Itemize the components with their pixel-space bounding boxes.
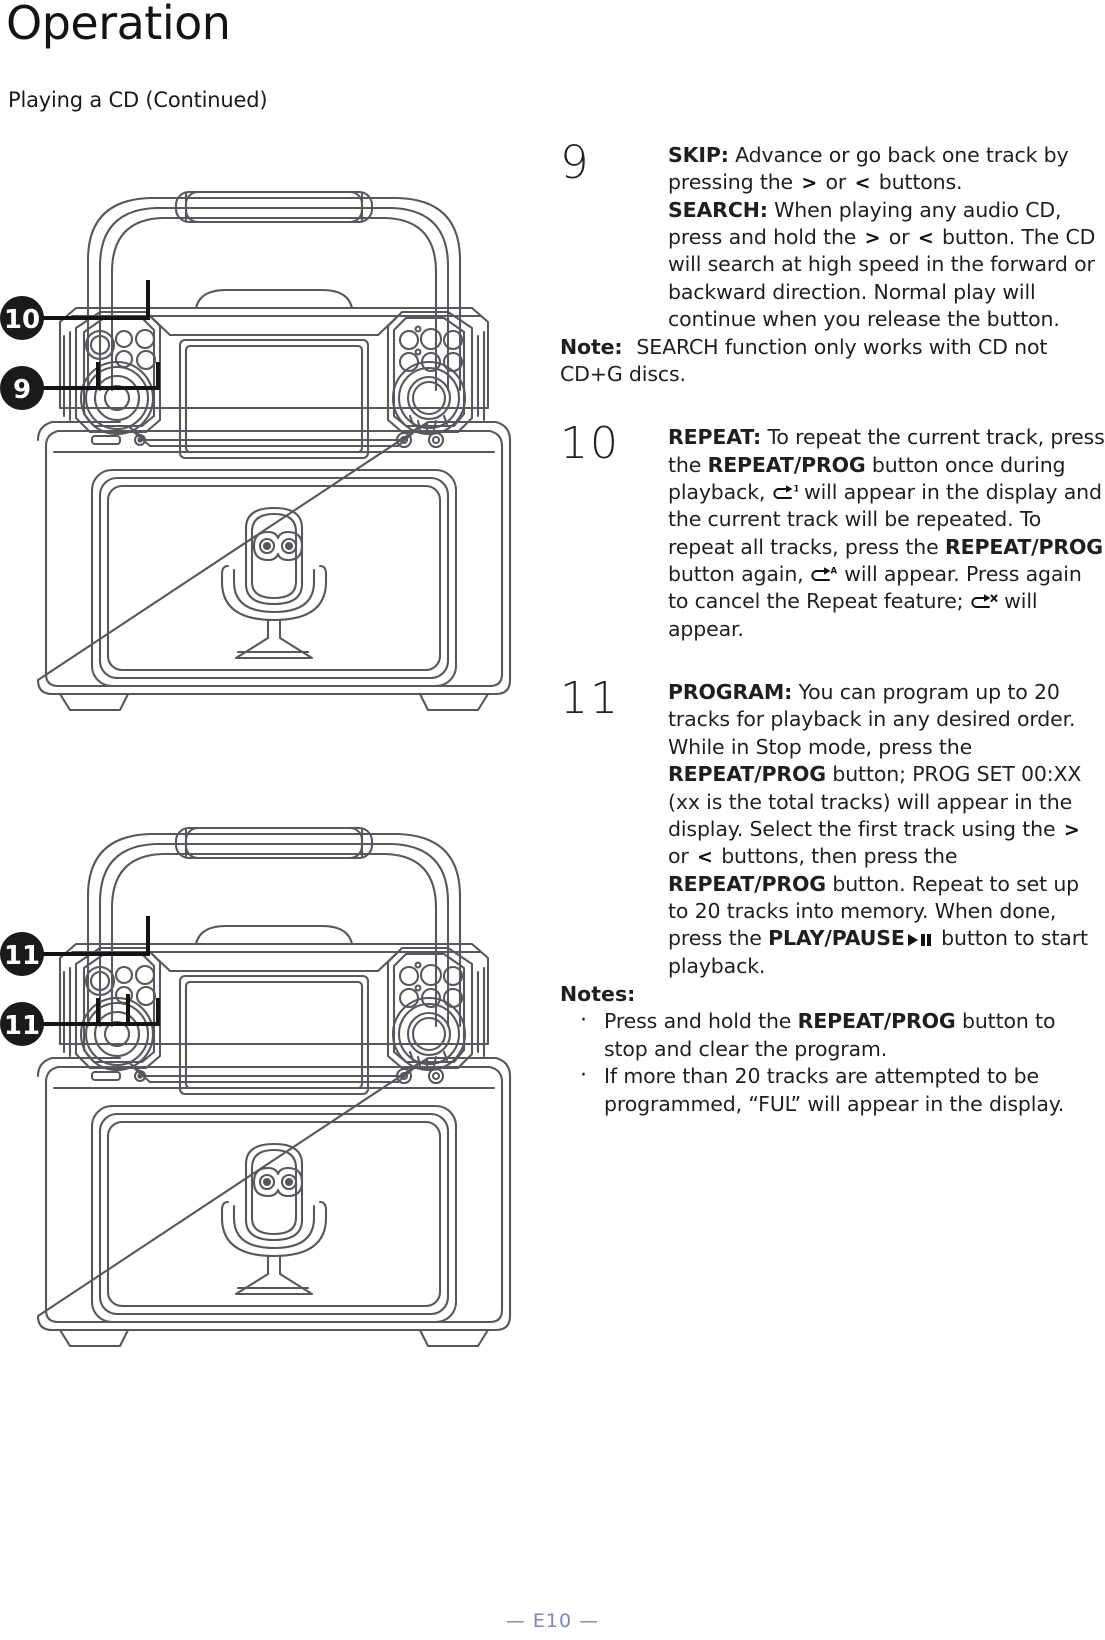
callout-leader-lines	[38, 280, 160, 390]
callout-leader-lines	[38, 916, 160, 1026]
repeat-prog-bold-3: REPEAT/PROG	[668, 762, 826, 787]
backward-search-glyph-icon: <	[917, 227, 934, 250]
illustration-2: 11 11	[0, 776, 548, 1356]
callout-badge-11-top: 11	[0, 932, 44, 976]
callout-badge-10: 10	[0, 296, 44, 340]
repeat-all-icon: A	[810, 567, 838, 584]
program-label: PROGRAM:	[668, 680, 793, 705]
note-9-label: Note:	[560, 334, 623, 359]
note-9-text: SEARCH function only works with CD not C…	[560, 334, 1048, 386]
callout-badge-11-bottom-label: 11	[4, 1011, 40, 1041]
step-10-text-4: button again,	[668, 562, 810, 587]
skip-label: SKIP:	[668, 143, 729, 167]
step-9-body: SKIP: Advance or go back one track by pr…	[668, 142, 1105, 334]
skip-text-b: or	[819, 170, 853, 195]
step-11-text-4: buttons, then press the	[714, 844, 958, 869]
repeat-off-icon	[970, 594, 998, 611]
step-9: 9 SKIP: Advance or go back one track by …	[560, 136, 1105, 334]
page-title: Operation	[6, 0, 231, 50]
note-bullet-1-bold: REPEAT/PROG	[797, 1009, 956, 1034]
step-10-body: REPEAT: To repeat the current track, pre…	[668, 424, 1105, 643]
backward-skip-glyph-icon: <	[854, 172, 871, 195]
notes-heading: Notes:	[560, 982, 636, 1007]
skip-text-c: buttons.	[872, 170, 963, 195]
forward-search-glyph-icon: >	[864, 227, 881, 250]
step-11-number: 11	[560, 673, 620, 725]
step-11-body: PROGRAM: You can program up to 20 tracks…	[668, 679, 1105, 980]
forward-program-glyph-icon: >	[1063, 818, 1080, 841]
callout-badge-9: 9	[0, 366, 44, 410]
callout-badge-11-top-label: 11	[4, 941, 40, 971]
callout-badge-9-label: 9	[13, 375, 31, 405]
note-bullet-1-pre: Press and hold the	[604, 1009, 798, 1034]
play-pause-icon	[905, 932, 935, 948]
step-9-number: 9	[560, 136, 590, 189]
callout-badge-11-bottom: 11	[0, 1002, 44, 1046]
repeat-one-icon: 1	[772, 485, 798, 502]
page-footer: — E10 —	[505, 1610, 600, 1632]
illustration-1: 10 9	[0, 140, 548, 720]
repeat-prog-bold-2: REPEAT/PROG	[944, 534, 1103, 559]
note-bullet-2-pre: If more than 20 tracks are attempted to …	[604, 1064, 1065, 1116]
notes-list: Press and hold the REPEAT/PROG button to…	[560, 1006, 1105, 1118]
backward-program-glyph-icon: <	[697, 846, 713, 869]
karaoke-machine-diagram-2: 11 11	[0, 826, 512, 1348]
play-pause-label: PLAY/PAUSE	[768, 926, 905, 951]
forward-skip-glyph-icon: >	[801, 172, 818, 195]
note-bullet-2: If more than 20 tracks are attempted to …	[560, 1061, 1105, 1118]
search-label: SEARCH:	[668, 197, 768, 222]
step-11: 11 PROGRAM: You can program up to 20 tra…	[560, 673, 1105, 980]
step-10-number: 10	[560, 418, 620, 470]
repeat-prog-bold-4: REPEAT/PROG	[668, 871, 826, 896]
instructions-column: 9 SKIP: Advance or go back one track by …	[560, 136, 1105, 1118]
repeat-label: REPEAT:	[668, 425, 762, 450]
note-bullet-1: Press and hold the REPEAT/PROG button to…	[560, 1006, 1105, 1063]
step-11-text-3: or	[668, 844, 696, 869]
note-9: Note: SEARCH function only works with CD …	[560, 334, 1105, 389]
page-subtitle: Playing a CD (Continued)	[8, 88, 268, 112]
svg-text:A: A	[830, 567, 837, 577]
illustration-column: 10 9 11 11	[0, 140, 548, 1356]
step-10: 10 REPEAT: To repeat the current track, …	[560, 418, 1105, 643]
search-text-b: or	[882, 225, 916, 250]
callout-badge-10-label: 10	[4, 305, 40, 335]
repeat-prog-bold-1: REPEAT/PROG	[707, 452, 866, 477]
karaoke-machine-diagram-1: 10 9	[0, 190, 512, 712]
